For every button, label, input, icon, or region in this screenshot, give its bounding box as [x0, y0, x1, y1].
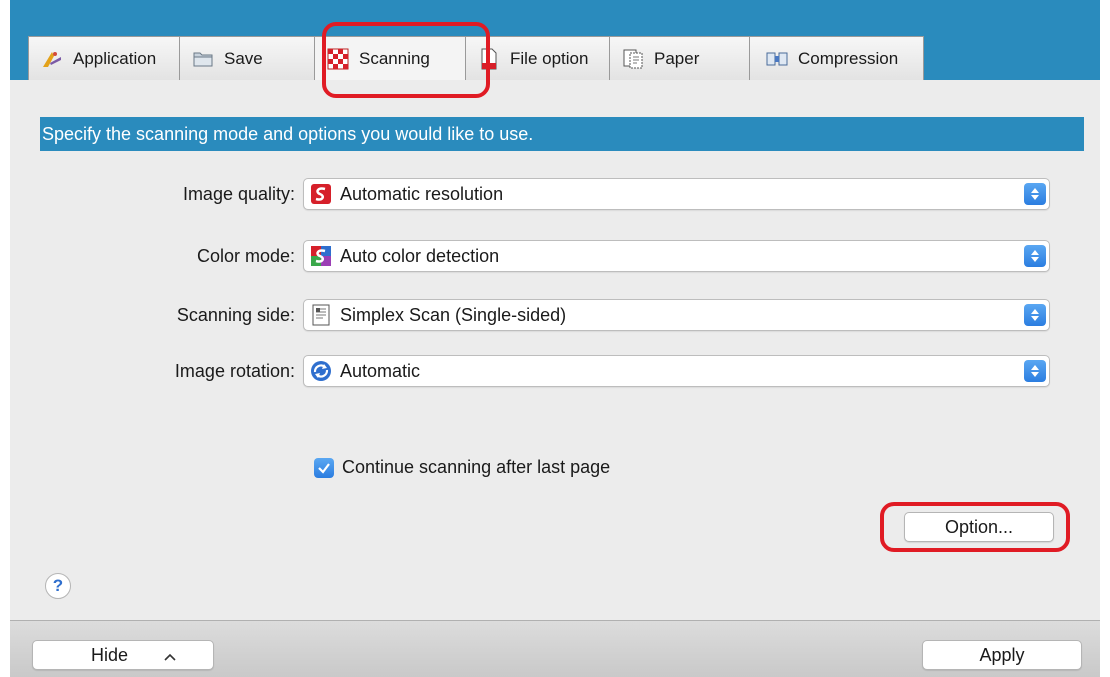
application-icon — [41, 48, 63, 70]
scansnap-red-icon — [310, 183, 332, 205]
image-rotation-label: Image rotation: — [174, 360, 295, 381]
scanning-checker-icon — [327, 48, 349, 70]
chevron-up-icon — [164, 645, 176, 666]
apply-button[interactable]: Apply — [922, 640, 1082, 670]
simplex-page-icon — [310, 304, 332, 326]
color-mode-row: Color mode: Auto color detection — [10, 239, 1050, 273]
instruction-banner: Specify the scanning mode and options yo… — [40, 117, 1084, 151]
checkmark-icon — [318, 462, 330, 474]
image-rotation-select[interactable]: Automatic — [303, 355, 1050, 387]
tab-label: Save — [224, 48, 263, 68]
color-mode-value: Auto color detection — [340, 245, 500, 266]
image-quality-select[interactable]: Automatic resolution — [303, 178, 1050, 210]
scanning-side-value: Simplex Scan (Single-sided) — [340, 304, 567, 325]
chevron-updown-icon — [1024, 245, 1046, 267]
image-rotation-row: Image rotation: Automatic — [10, 354, 1050, 388]
tab-file-option[interactable]: File option — [465, 36, 610, 80]
hide-button[interactable]: Hide — [32, 640, 214, 670]
paper-icon — [622, 48, 644, 70]
chevron-updown-icon — [1024, 304, 1046, 326]
tab-paper[interactable]: Paper — [609, 36, 750, 80]
scanning-side-select[interactable]: Simplex Scan (Single-sided) — [303, 299, 1050, 331]
tab-label: Paper — [654, 48, 700, 68]
image-quality-value: Automatic resolution — [340, 183, 504, 204]
color-mode-select[interactable]: Auto color detection — [303, 240, 1050, 272]
scanning-side-label: Scanning side: — [176, 304, 295, 325]
bottom-bar: Hide Apply — [10, 620, 1100, 677]
tab-label: Compression — [798, 48, 899, 68]
tab-application[interactable]: Application — [28, 36, 180, 80]
scansnap-color-icon — [310, 245, 332, 267]
scanning-side-row: Scanning side: Simplex Scan (Single-side… — [10, 298, 1050, 332]
tab-label: Scanning — [359, 48, 430, 68]
tab-row: Application Save Scanning File option Pa… — [28, 36, 924, 80]
hide-button-label: Hide — [91, 644, 129, 665]
image-rotation-value: Automatic — [340, 360, 421, 381]
scanning-panel: Specify the scanning mode and options yo… — [10, 80, 1100, 620]
tab-label: Application — [73, 48, 157, 68]
tab-label: File option — [510, 48, 589, 68]
continue-scanning-checkbox-row[interactable]: Continue scanning after last page — [314, 457, 610, 478]
tab-compression[interactable]: Compression — [749, 36, 924, 80]
continue-scanning-checkbox[interactable] — [314, 457, 334, 478]
tab-save[interactable]: Save — [179, 36, 315, 80]
image-quality-row: Image quality: Automatic resolution — [10, 177, 1050, 211]
scan-settings-window: Application Save Scanning File option Pa… — [10, 0, 1100, 677]
image-quality-label: Image quality: — [182, 183, 295, 204]
tab-bar: Application Save Scanning File option Pa… — [10, 0, 1100, 80]
help-button[interactable]: ? — [45, 573, 71, 599]
save-folder-icon — [192, 48, 214, 70]
tab-scanning[interactable]: Scanning — [314, 36, 466, 80]
option-button[interactable]: Option... — [904, 512, 1054, 542]
color-mode-label: Color mode: — [196, 245, 295, 266]
chevron-updown-icon — [1024, 360, 1046, 382]
chevron-updown-icon — [1024, 183, 1046, 205]
file-option-icon — [478, 48, 500, 70]
continue-scanning-label: Continue scanning after last page — [342, 457, 611, 477]
rotation-arrows-icon — [310, 360, 332, 382]
compression-icon — [766, 48, 788, 70]
